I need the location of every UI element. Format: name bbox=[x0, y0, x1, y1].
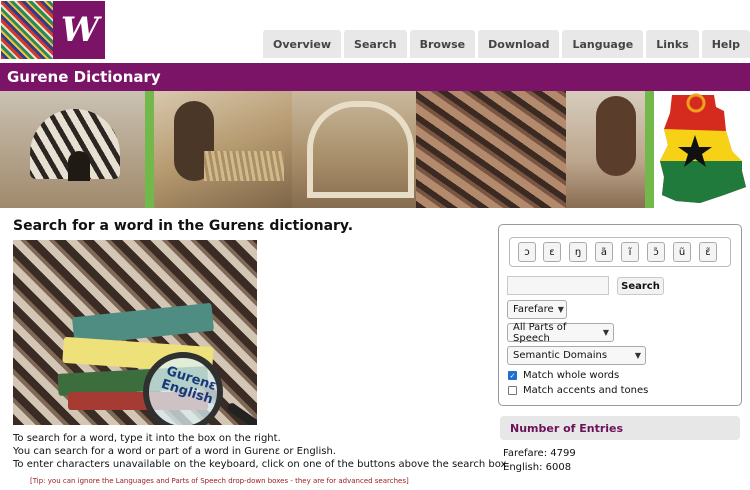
char-button-i-tilde[interactable]: ĩ bbox=[621, 242, 639, 262]
tab-browse[interactable]: Browse bbox=[409, 30, 476, 58]
char-button-open-o[interactable]: ɔ bbox=[518, 242, 536, 262]
char-button-open-e[interactable]: ɛ bbox=[543, 242, 561, 262]
page-title-bar: Gurene Dictionary bbox=[0, 63, 750, 91]
photo-banner bbox=[0, 91, 750, 208]
chevron-down-icon: ▼ bbox=[634, 351, 641, 360]
banner-divider bbox=[645, 91, 654, 208]
match-whole-words-label: Match whole words bbox=[523, 370, 620, 381]
semantic-domains-select[interactable]: Semantic Domains ▼ bbox=[507, 346, 646, 365]
char-button-u-tilde[interactable]: ũ bbox=[673, 242, 691, 262]
books-stack: Gurenɛ English bbox=[53, 302, 257, 425]
tab-links[interactable]: Links bbox=[646, 30, 699, 58]
banner-photo-basket-weaver bbox=[153, 91, 292, 208]
tab-overview[interactable]: Overview bbox=[263, 30, 342, 58]
search-heading: Search for a word in the Gurenɛ dictiona… bbox=[13, 218, 354, 234]
site-logo[interactable]: W bbox=[1, 1, 105, 59]
chevron-down-icon: ▼ bbox=[602, 328, 609, 337]
search-panel: ɔ ɛ ŋ ã ĩ ɔ̃ ũ ɛ̃ Search Farefare ▼ All … bbox=[498, 224, 742, 406]
lens-text: Gurenɛ English bbox=[147, 360, 232, 411]
entries-count-english: English: 6008 bbox=[503, 462, 572, 473]
entries-heading: Number of Entries bbox=[500, 416, 740, 440]
search-button[interactable]: Search bbox=[617, 277, 664, 295]
magnifier-handle bbox=[225, 401, 257, 425]
help-line: To enter characters unavailable on the k… bbox=[13, 459, 510, 470]
help-line: To search for a word, type it into the b… bbox=[13, 433, 281, 444]
char-button-open-o-tilde[interactable]: ɔ̃ bbox=[647, 242, 665, 262]
language-select[interactable]: Farefare ▼ bbox=[507, 300, 567, 319]
match-accents-checkbox[interactable]: Match accents and tones bbox=[508, 385, 648, 396]
dictionary-books-image: Gurenɛ English bbox=[13, 240, 257, 425]
banner-divider bbox=[145, 91, 154, 208]
chevron-down-icon: ▼ bbox=[557, 305, 564, 314]
logo-letter: W bbox=[53, 1, 105, 59]
tab-help[interactable]: Help bbox=[701, 30, 750, 58]
semantic-domains-value: Semantic Domains bbox=[513, 350, 608, 361]
ghana-flag-map-icon bbox=[653, 91, 750, 208]
banner-photo-woman bbox=[566, 91, 646, 208]
help-line: You can search for a word or part of a w… bbox=[13, 446, 336, 457]
checkbox-checked-icon[interactable]: ✓ bbox=[508, 371, 517, 380]
tab-search[interactable]: Search bbox=[344, 30, 407, 58]
char-button-a-tilde[interactable]: ã bbox=[595, 242, 613, 262]
special-characters-bar: ɔ ɛ ŋ ã ĩ ɔ̃ ũ ɛ̃ bbox=[509, 237, 731, 267]
parts-of-speech-select[interactable]: All Parts of Speech ▼ bbox=[507, 321, 614, 344]
banner-photo-painted-house bbox=[0, 91, 145, 208]
tab-language[interactable]: Language bbox=[562, 30, 644, 58]
page-title: Gurene Dictionary bbox=[7, 68, 161, 86]
logo-textile-pattern bbox=[1, 1, 53, 59]
checkbox-unchecked-icon[interactable] bbox=[508, 386, 517, 395]
tip-text: [Tip: you can ignore the Languages and P… bbox=[30, 477, 409, 485]
char-button-eng[interactable]: ŋ bbox=[569, 242, 587, 262]
parts-of-speech-value: All Parts of Speech bbox=[513, 321, 567, 344]
search-input[interactable] bbox=[507, 276, 609, 295]
language-select-value: Farefare bbox=[513, 304, 554, 315]
banner-photo-wall-pattern bbox=[416, 91, 567, 208]
banner-photo-potters bbox=[291, 91, 417, 208]
entries-count-farefare: Farefare: 4799 bbox=[503, 448, 576, 459]
match-whole-words-checkbox[interactable]: ✓ Match whole words bbox=[508, 370, 619, 381]
top-navigation: Overview Search Browse Download Language… bbox=[260, 30, 750, 58]
char-button-open-e-tilde[interactable]: ɛ̃ bbox=[699, 242, 717, 262]
help-text: To search for a word, type it into the b… bbox=[13, 432, 510, 471]
match-accents-label: Match accents and tones bbox=[523, 385, 649, 396]
magnifier-icon: Gurenɛ English bbox=[143, 352, 223, 425]
tab-download[interactable]: Download bbox=[478, 30, 560, 58]
entries-counts: Farefare: 4799 English: 6008 bbox=[503, 447, 576, 475]
